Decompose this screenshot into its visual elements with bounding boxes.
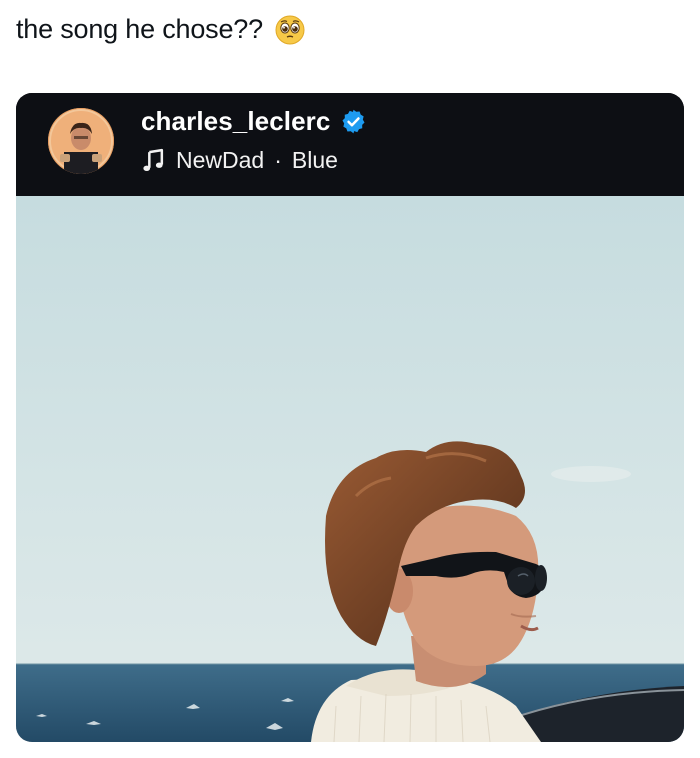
pleading-face-emoji-icon [275, 15, 305, 44]
music-row[interactable]: NewDad · Blue [141, 147, 338, 174]
username-row: charles_leclerc [141, 106, 367, 137]
avatar-image [48, 108, 114, 174]
username[interactable]: charles_leclerc [141, 106, 330, 137]
tweet-text: the song he chose?? [16, 14, 263, 44]
verified-badge-icon [342, 109, 365, 134]
instagram-post-card: charles_leclerc NewDad · Blue [16, 93, 684, 742]
music-separator: · [274, 147, 282, 173]
music-note-icon [143, 148, 164, 172]
post-photo [16, 196, 684, 742]
music-title: Blue [291, 147, 338, 173]
avatar[interactable] [48, 108, 114, 174]
tweet-text-row: the song he chose?? [16, 14, 305, 45]
music-artist: NewDad [176, 147, 265, 173]
post-header: charles_leclerc NewDad · Blue [16, 93, 684, 196]
